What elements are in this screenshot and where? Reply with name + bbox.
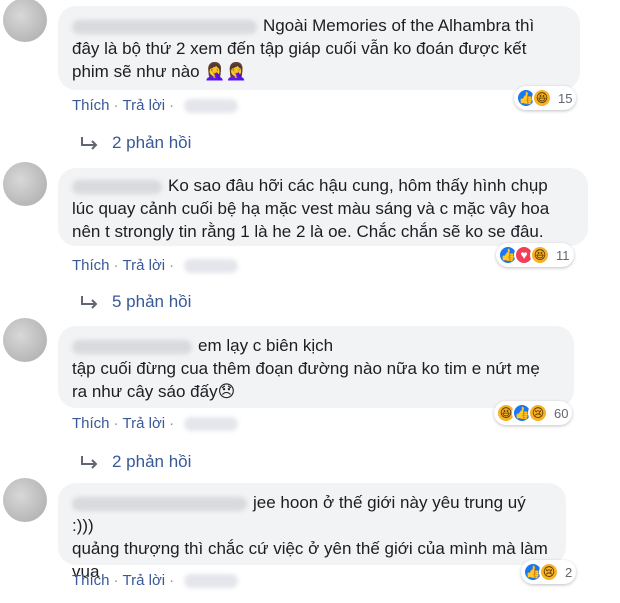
replies-count-label[interactable]: 2 phản hồi xyxy=(112,452,191,472)
comment-actions: Thích · Trả lời · xyxy=(72,415,239,432)
reaction-count: 60 xyxy=(554,405,569,421)
view-replies[interactable]: 2 phản hồi xyxy=(78,452,191,472)
comment-actions: Thích · Trả lời · xyxy=(72,97,239,114)
haha-icon: 😆 xyxy=(530,245,550,265)
comment-line: quảng thượng thì chắc cứ việc ở yên thế … xyxy=(72,539,548,558)
reply-link[interactable]: Trả lời xyxy=(123,415,166,432)
timestamp[interactable] xyxy=(184,574,239,589)
comment-line: phim sẽ như nào 🤦‍♀️🤦‍♀️ xyxy=(72,62,247,81)
reply-link[interactable]: Trả lời xyxy=(123,257,166,274)
reaction-summary[interactable]: 😆 👍 😢 60 xyxy=(494,401,573,425)
author-name[interactable] xyxy=(72,179,162,194)
like-link[interactable]: Thích xyxy=(72,415,110,432)
replies-count-label[interactable]: 5 phản hồi xyxy=(112,292,191,312)
replies-count-label[interactable]: 2 phản hồi xyxy=(112,133,191,153)
author-name[interactable] xyxy=(72,496,247,511)
reaction-summary[interactable]: 👍 😢 2 xyxy=(521,560,577,584)
comment-line: Ngoài Memories of the Alhambra thì xyxy=(72,14,566,37)
comment-line: nên t strongly tin rằng 1 là he 2 là oe.… xyxy=(72,222,544,241)
reply-arrow-icon xyxy=(81,137,98,150)
reply-link[interactable]: Trả lời xyxy=(123,97,166,114)
comment-actions: Thích · Trả lời · xyxy=(72,257,239,274)
view-replies[interactable]: 5 phản hồi xyxy=(78,292,191,312)
comment-actions: Thích · Trả lời · xyxy=(72,572,239,589)
avatar[interactable] xyxy=(3,0,47,42)
comment-line: Ko sao đâu hỡi các hậu cung, hôm thấy hì… xyxy=(72,174,574,197)
sad-icon: 😢 xyxy=(539,562,559,582)
timestamp[interactable] xyxy=(184,99,239,114)
reply-link[interactable]: Trả lời xyxy=(123,572,166,589)
comment-bubble: jee hoon ở thế giới này yêu trung uý :))… xyxy=(58,483,566,581)
comment-line: em lạy c biên kịch xyxy=(72,334,560,357)
reply-arrow-icon xyxy=(81,456,98,469)
haha-icon: 😆 xyxy=(532,88,552,108)
reaction-count: 2 xyxy=(565,564,573,580)
comment-bubble: Ko sao đâu hỡi các hậu cung, hôm thấy hì… xyxy=(58,168,588,246)
comment-line: jee hoon ở thế giới này yêu trung uý :))… xyxy=(72,493,526,535)
author-name[interactable] xyxy=(72,339,192,354)
avatar[interactable] xyxy=(3,478,47,522)
timestamp[interactable] xyxy=(184,259,239,274)
timestamp[interactable] xyxy=(184,417,239,432)
like-link[interactable]: Thích xyxy=(72,257,110,274)
comment-line: đây là bộ thứ 2 xem đến tập giáp cuối vẫ… xyxy=(72,39,527,58)
reaction-count: 11 xyxy=(556,247,570,263)
comment-line: lúc quay cảnh cuối bệ hạ mặc vest màu sá… xyxy=(72,199,550,218)
author-name[interactable] xyxy=(72,19,257,34)
reaction-summary[interactable]: 👍 😆 15 xyxy=(514,86,577,110)
comment-line: tập cuối đừng cua thêm đoạn đường nào nữ… xyxy=(72,359,540,378)
like-link[interactable]: Thích xyxy=(72,572,110,589)
avatar[interactable] xyxy=(3,318,47,362)
view-replies[interactable]: 2 phản hồi xyxy=(78,133,191,153)
reply-arrow-icon xyxy=(81,296,98,309)
reaction-summary[interactable]: 👍 ♥ 😆 11 xyxy=(496,243,574,267)
comment-bubble: em lạy c biên kịch tập cuối đừng cua thê… xyxy=(58,326,574,408)
comment-line: ra như cây sáo đấy😞 xyxy=(72,382,236,401)
like-link[interactable]: Thích xyxy=(72,97,110,114)
sad-icon: 😢 xyxy=(528,403,548,423)
comment-bubble: Ngoài Memories of the Alhambra thì đây l… xyxy=(58,6,580,90)
avatar[interactable] xyxy=(3,162,47,206)
reaction-count: 15 xyxy=(558,90,573,106)
